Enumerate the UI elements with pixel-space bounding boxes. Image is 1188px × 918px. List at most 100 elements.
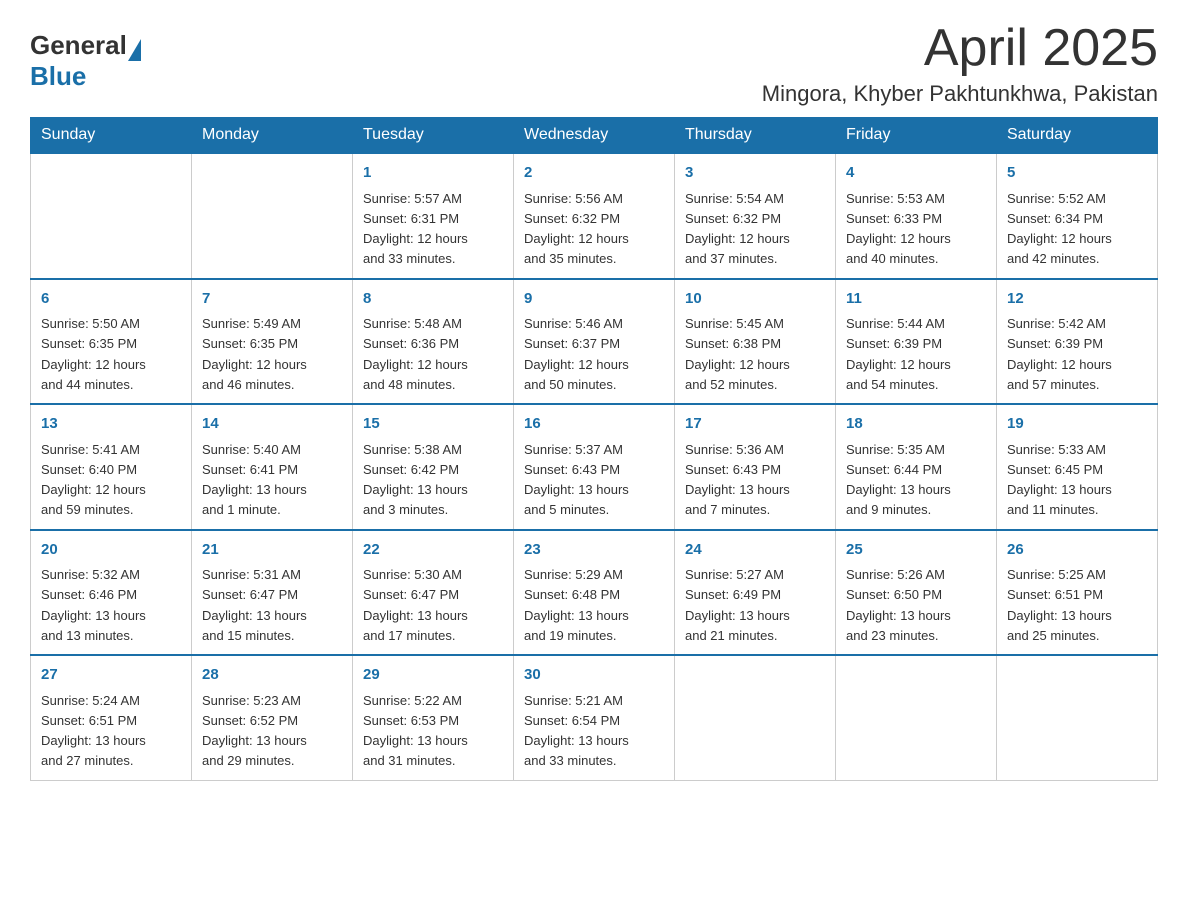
- day-info: Sunrise: 5:36 AM Sunset: 6:43 PM Dayligh…: [685, 442, 790, 518]
- day-number: 8: [363, 288, 503, 311]
- week-row-5: 27Sunrise: 5:24 AM Sunset: 6:51 PM Dayli…: [31, 655, 1158, 780]
- day-number: 21: [202, 539, 342, 562]
- calendar-cell: 25 Sunrise: 5:26 AM Sunset: 6:50 PM Dayli…: [836, 530, 997, 656]
- calendar-cell: 21 Sunrise: 5:31 AM Sunset: 6:47 PM Dayli…: [192, 530, 353, 656]
- day-number: 6: [41, 288, 181, 311]
- calendar-cell: 7 Sunrise: 5:49 AM Sunset: 6:35 PM Daylig…: [192, 279, 353, 405]
- day-number: 16: [524, 413, 664, 436]
- calendar-cell: 14 Sunrise: 5:40 AM Sunset: 6:41 PM Dayli…: [192, 404, 353, 530]
- calendar-cell: [192, 153, 353, 279]
- day-info: Sunrise: 5:35 AM Sunset: 6:44 PM Dayligh…: [846, 442, 951, 518]
- logo: General Blue: [30, 30, 141, 92]
- day-number: 24: [685, 539, 825, 562]
- day-number: 28: [202, 664, 342, 687]
- calendar-cell: 10Sunrise: 5:45 AM Sunset: 6:38 PM Dayli…: [675, 279, 836, 405]
- calendar-cell: 23 Sunrise: 5:29 AM Sunset: 6:48 PM Dayli…: [514, 530, 675, 656]
- logo-blue-text: Blue: [30, 61, 86, 91]
- day-info: Sunrise: 5:49 AM Sunset: 6:35 PM Dayligh…: [202, 316, 307, 392]
- day-number: 23: [524, 539, 664, 562]
- calendar-cell: 22 Sunrise: 5:30 AM Sunset: 6:47 PM Dayli…: [353, 530, 514, 656]
- day-number: 29: [363, 664, 503, 687]
- day-info: Sunrise: 5:37 AM Sunset: 6:43 PM Dayligh…: [524, 442, 629, 518]
- calendar-cell: 27Sunrise: 5:24 AM Sunset: 6:51 PM Dayli…: [31, 655, 192, 780]
- day-info: Sunrise: 5:23 AM Sunset: 6:52 PM Dayligh…: [202, 693, 307, 769]
- day-info: Sunrise: 5:54 AM Sunset: 6:32 PM Dayligh…: [685, 191, 790, 267]
- day-info: Sunrise: 5:38 AM Sunset: 6:42 PM Dayligh…: [363, 442, 468, 518]
- week-row-3: 13 Sunrise: 5:41 AM Sunset: 6:40 PM Dayli…: [31, 404, 1158, 530]
- day-info: Sunrise: 5:44 AM Sunset: 6:39 PM Dayligh…: [846, 316, 951, 392]
- day-number: 11: [846, 288, 986, 311]
- calendar-cell: 24Sunrise: 5:27 AM Sunset: 6:49 PM Dayli…: [675, 530, 836, 656]
- calendar-cell: 30Sunrise: 5:21 AM Sunset: 6:54 PM Dayli…: [514, 655, 675, 780]
- calendar-cell: 2 Sunrise: 5:56 AM Sunset: 6:32 PM Daylig…: [514, 153, 675, 279]
- weekday-header-saturday: Saturday: [997, 118, 1158, 154]
- month-year-title: April 2025: [762, 20, 1158, 77]
- calendar-table: SundayMondayTuesdayWednesdayThursdayFrid…: [30, 117, 1158, 781]
- calendar-cell: 16 Sunrise: 5:37 AM Sunset: 6:43 PM Dayli…: [514, 404, 675, 530]
- day-number: 13: [41, 413, 181, 436]
- day-number: 3: [685, 162, 825, 185]
- weekday-header-friday: Friday: [836, 118, 997, 154]
- day-number: 1: [363, 162, 503, 185]
- calendar-cell: 12 Sunrise: 5:42 AM Sunset: 6:39 PM Dayli…: [997, 279, 1158, 405]
- day-info: Sunrise: 5:30 AM Sunset: 6:47 PM Dayligh…: [363, 567, 468, 643]
- calendar-cell: [675, 655, 836, 780]
- calendar-cell: 4Sunrise: 5:53 AM Sunset: 6:33 PM Daylig…: [836, 153, 997, 279]
- title-section: April 2025 Mingora, Khyber Pakhtunkhwa, …: [762, 20, 1158, 107]
- day-info: Sunrise: 5:46 AM Sunset: 6:37 PM Dayligh…: [524, 316, 629, 392]
- calendar-cell: 19Sunrise: 5:33 AM Sunset: 6:45 PM Dayli…: [997, 404, 1158, 530]
- day-number: 26: [1007, 539, 1147, 562]
- calendar-cell: 13 Sunrise: 5:41 AM Sunset: 6:40 PM Dayli…: [31, 404, 192, 530]
- weekday-header-tuesday: Tuesday: [353, 118, 514, 154]
- day-info: Sunrise: 5:41 AM Sunset: 6:40 PM Dayligh…: [41, 442, 146, 518]
- day-info: Sunrise: 5:56 AM Sunset: 6:32 PM Dayligh…: [524, 191, 629, 267]
- day-info: Sunrise: 5:32 AM Sunset: 6:46 PM Dayligh…: [41, 567, 146, 643]
- day-info: Sunrise: 5:40 AM Sunset: 6:41 PM Dayligh…: [202, 442, 307, 518]
- day-number: 22: [363, 539, 503, 562]
- day-number: 14: [202, 413, 342, 436]
- calendar-cell: [31, 153, 192, 279]
- day-info: Sunrise: 5:33 AM Sunset: 6:45 PM Dayligh…: [1007, 442, 1112, 518]
- day-info: Sunrise: 5:52 AM Sunset: 6:34 PM Dayligh…: [1007, 191, 1112, 267]
- calendar-cell: 26 Sunrise: 5:25 AM Sunset: 6:51 PM Dayli…: [997, 530, 1158, 656]
- day-info: Sunrise: 5:48 AM Sunset: 6:36 PM Dayligh…: [363, 316, 468, 392]
- day-number: 27: [41, 664, 181, 687]
- calendar-cell: 15 Sunrise: 5:38 AM Sunset: 6:42 PM Dayli…: [353, 404, 514, 530]
- calendar-cell: 28 Sunrise: 5:23 AM Sunset: 6:52 PM Dayli…: [192, 655, 353, 780]
- day-info: Sunrise: 5:50 AM Sunset: 6:35 PM Dayligh…: [41, 316, 146, 392]
- location-subtitle: Mingora, Khyber Pakhtunkhwa, Pakistan: [762, 81, 1158, 107]
- day-number: 30: [524, 664, 664, 687]
- weekday-header-wednesday: Wednesday: [514, 118, 675, 154]
- calendar-cell: 17Sunrise: 5:36 AM Sunset: 6:43 PM Dayli…: [675, 404, 836, 530]
- logo-triangle-icon: [128, 39, 141, 61]
- day-info: Sunrise: 5:25 AM Sunset: 6:51 PM Dayligh…: [1007, 567, 1112, 643]
- calendar-cell: 8 Sunrise: 5:48 AM Sunset: 6:36 PM Daylig…: [353, 279, 514, 405]
- day-info: Sunrise: 5:26 AM Sunset: 6:50 PM Dayligh…: [846, 567, 951, 643]
- weekday-header-thursday: Thursday: [675, 118, 836, 154]
- day-info: Sunrise: 5:29 AM Sunset: 6:48 PM Dayligh…: [524, 567, 629, 643]
- week-row-2: 6 Sunrise: 5:50 AM Sunset: 6:35 PM Daylig…: [31, 279, 1158, 405]
- day-number: 9: [524, 288, 664, 311]
- day-number: 7: [202, 288, 342, 311]
- day-number: 25: [846, 539, 986, 562]
- weekday-header-monday: Monday: [192, 118, 353, 154]
- day-number: 2: [524, 162, 664, 185]
- page-header: General Blue April 2025 Mingora, Khyber …: [30, 20, 1158, 107]
- day-info: Sunrise: 5:42 AM Sunset: 6:39 PM Dayligh…: [1007, 316, 1112, 392]
- week-row-1: 1 Sunrise: 5:57 AM Sunset: 6:31 PM Daylig…: [31, 153, 1158, 279]
- day-number: 5: [1007, 162, 1147, 185]
- logo-general-text: General: [30, 30, 127, 61]
- day-info: Sunrise: 5:31 AM Sunset: 6:47 PM Dayligh…: [202, 567, 307, 643]
- calendar-cell: 3 Sunrise: 5:54 AM Sunset: 6:32 PM Daylig…: [675, 153, 836, 279]
- day-info: Sunrise: 5:53 AM Sunset: 6:33 PM Dayligh…: [846, 191, 951, 267]
- weekday-header-sunday: Sunday: [31, 118, 192, 154]
- day-number: 15: [363, 413, 503, 436]
- day-number: 20: [41, 539, 181, 562]
- calendar-cell: 20 Sunrise: 5:32 AM Sunset: 6:46 PM Dayli…: [31, 530, 192, 656]
- day-number: 10: [685, 288, 825, 311]
- calendar-cell: 6 Sunrise: 5:50 AM Sunset: 6:35 PM Daylig…: [31, 279, 192, 405]
- week-row-4: 20 Sunrise: 5:32 AM Sunset: 6:46 PM Dayli…: [31, 530, 1158, 656]
- day-number: 12: [1007, 288, 1147, 311]
- day-info: Sunrise: 5:57 AM Sunset: 6:31 PM Dayligh…: [363, 191, 468, 267]
- calendar-cell: 18Sunrise: 5:35 AM Sunset: 6:44 PM Dayli…: [836, 404, 997, 530]
